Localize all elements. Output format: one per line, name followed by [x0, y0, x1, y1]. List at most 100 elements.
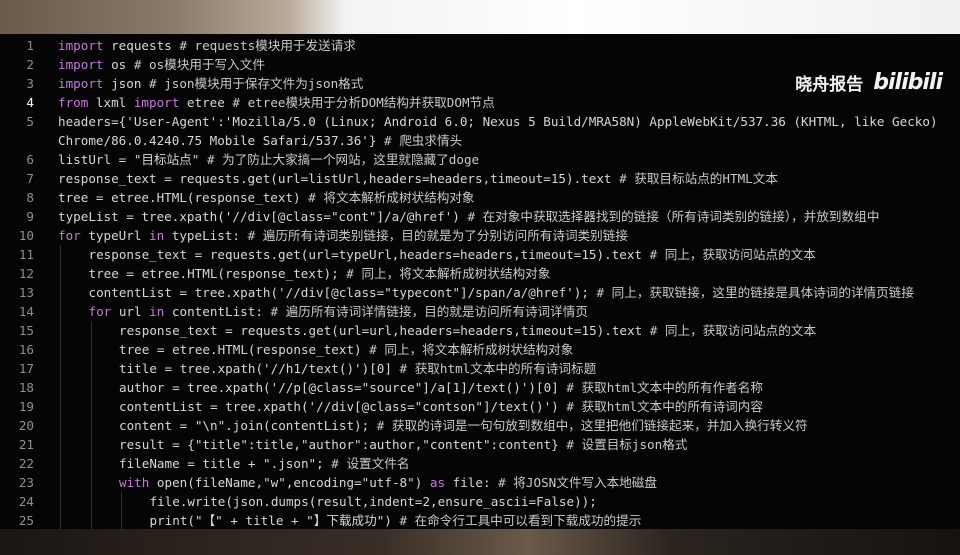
code-text: import json # json模块用于保存文件为json格式	[58, 76, 364, 91]
code-text: contentList = tree.xpath('//div[@class="…	[119, 399, 763, 414]
code-text: fileName = title + ".json"; # 设置文件名	[119, 456, 410, 471]
indent-guide	[60, 397, 61, 416]
code-line[interactable]: 6 listUrl = "目标站点" # 为了防止大家搞一个网站，这里就隐藏了do…	[0, 150, 960, 169]
indent-guide	[90, 473, 92, 492]
code-line[interactable]: 1 import requests # requests模块用于发送请求	[0, 36, 960, 55]
line-number: 19	[18, 399, 34, 414]
code-text: tree = etree.HTML(response_text) # 将文本解析…	[58, 190, 475, 205]
code-text: content = "\n".join(contentList); # 获取的诗…	[119, 418, 808, 433]
code-line[interactable]: 18 author = tree.xpath('//p[@class="sourc…	[0, 378, 960, 397]
line-number: 12	[18, 266, 34, 281]
video-top-background	[0, 0, 960, 34]
line-number: 2	[26, 57, 34, 72]
code-text: import requests # requests模块用于发送请求	[58, 38, 356, 53]
line-number: 5	[26, 114, 34, 129]
code-line[interactable]: 23 with open(fileName,"w",encoding="utf-8…	[0, 473, 960, 492]
code-line[interactable]: 21 result = {"title":title,"author":autho…	[0, 435, 960, 454]
line-number: 6	[26, 152, 34, 167]
code-line[interactable]: 16 tree = etree.HTML(response_text) # 同上，…	[0, 340, 960, 359]
code-text: response_text = requests.get(url=listUrl…	[58, 171, 778, 186]
code-text: from lxml import etree # etree模块用于分析DOM结…	[58, 95, 495, 110]
code-text: print("【" + title + "】下载成功") # 在命令行工具中可以…	[149, 513, 642, 528]
code-text: Chrome/86.0.4240.75 Mobile Safari/537.36…	[58, 133, 463, 148]
indent-guide	[60, 264, 61, 283]
code-text: author = tree.xpath('//p[@class="source"…	[119, 380, 763, 395]
code-line[interactable]: 20 content = "\n".join(contentList); # 获取…	[0, 416, 960, 435]
indent-guide	[121, 492, 122, 511]
video-watermark: 晓舟报告 bilibili	[795, 70, 943, 95]
indent-guide	[60, 302, 61, 321]
line-number: 3	[26, 76, 34, 91]
code-line[interactable]: 10 for typeUrl in typeList: # 遍历所有诗词类别链接，…	[0, 226, 960, 245]
indent-guide	[90, 492, 92, 511]
code-text: typeList = tree.xpath('//div[@class="con…	[58, 209, 880, 224]
code-line[interactable]: 15 response_text = requests.get(url=url,h…	[0, 321, 960, 340]
line-number: 9	[26, 209, 34, 224]
indent-guide	[60, 492, 61, 511]
code-text: title = tree.xpath('//h1/text()')[0] # 获…	[119, 361, 597, 376]
indent-guide	[90, 340, 92, 359]
code-line[interactable]: 24 file.write(json.dumps(result,indent=2,…	[0, 492, 960, 511]
indent-guide	[60, 511, 61, 529]
code-line[interactable]: 19 contentList = tree.xpath('//div[@class…	[0, 397, 960, 416]
line-number: 7	[26, 171, 34, 186]
indent-guide	[121, 511, 122, 529]
code-text: result = {"title":title,"author":author,…	[119, 437, 688, 452]
code-text: file.write(json.dumps(result,indent=2,en…	[149, 494, 597, 509]
line-number: 20	[18, 418, 34, 433]
line-number: 14	[18, 304, 34, 319]
line-number: 17	[18, 361, 34, 376]
code-line[interactable]: Chrome/86.0.4240.75 Mobile Safari/537.36…	[0, 131, 960, 150]
indent-guide	[60, 245, 61, 264]
code-line[interactable]: 25 print("【" + title + "】下载成功") # 在命令行工具中…	[0, 511, 960, 529]
indent-guide	[90, 321, 92, 340]
indent-guide	[60, 435, 61, 454]
indent-guide	[60, 283, 61, 302]
code-text: import os # os模块用于写入文件	[58, 57, 265, 72]
code-line[interactable]: 12 tree = etree.HTML(response_text); # 同上…	[0, 264, 960, 283]
indent-guide	[90, 397, 92, 416]
code-line[interactable]: 11 response_text = requests.get(url=typeU…	[0, 245, 960, 264]
code-text: response_text = requests.get(url=typeUrl…	[88, 247, 816, 262]
indent-guide	[90, 359, 92, 378]
line-number: 10	[18, 228, 34, 243]
code-text: tree = etree.HTML(response_text) # 同上，将文…	[119, 342, 574, 357]
indent-guide	[90, 416, 92, 435]
indent-guide	[90, 511, 92, 529]
indent-guide	[60, 473, 61, 492]
code-line[interactable]: 8 tree = etree.HTML(response_text) # 将文本解…	[0, 188, 960, 207]
indent-guide	[60, 378, 61, 397]
line-number: 24	[18, 494, 34, 509]
line-number: 4	[26, 95, 34, 110]
line-number: 23	[18, 475, 34, 490]
code-line[interactable]: 13 contentList = tree.xpath('//div[@class…	[0, 283, 960, 302]
code-line[interactable]: 5 headers={'User-Agent':'Mozilla/5.0 (Lin…	[0, 112, 960, 131]
line-number: 11	[18, 247, 34, 262]
line-number: 15	[18, 323, 34, 338]
code-text: contentList = tree.xpath('//div[@class="…	[88, 285, 914, 300]
line-number: 18	[18, 380, 34, 395]
code-line[interactable]: 4 from lxml import etree # etree模块用于分析DOM…	[0, 93, 960, 112]
code-text: for typeUrl in typeList: # 遍历所有诗词类别链接，目的…	[58, 228, 628, 243]
code-line[interactable]: 17 title = tree.xpath('//h1/text()')[0] #…	[0, 359, 960, 378]
code-text: for url in contentList: # 遍历所有诗词详情链接，目的就…	[88, 304, 588, 319]
indent-guide	[90, 435, 92, 454]
line-number: 13	[18, 285, 34, 300]
line-number: 16	[18, 342, 34, 357]
code-line[interactable]: 7 response_text = requests.get(url=listUr…	[0, 169, 960, 188]
indent-guide	[90, 454, 92, 473]
code-text: tree = etree.HTML(response_text); # 同上，将…	[88, 266, 551, 281]
channel-watermark: 晓舟报告	[795, 75, 864, 95]
code-line[interactable]: 14 for url in contentList: # 遍历所有诗词详情链接，目…	[0, 302, 960, 321]
code-text: response_text = requests.get(url=url,hea…	[119, 323, 817, 338]
line-number: 1	[26, 38, 34, 53]
code-editor[interactable]: 1 import requests # requests模块用于发送请求 2 impo…	[0, 34, 960, 529]
code-line[interactable]: 22 fileName = title + ".json"; # 设置文件名	[0, 454, 960, 473]
code-line[interactable]: 9 typeList = tree.xpath('//div[@class="co…	[0, 207, 960, 226]
indent-guide	[60, 359, 61, 378]
code-text: headers={'User-Agent':'Mozilla/5.0 (Linu…	[58, 114, 938, 129]
indent-guide	[60, 321, 61, 340]
video-bottom-background	[0, 529, 960, 555]
indent-guide	[60, 454, 61, 473]
code-text: listUrl = "目标站点" # 为了防止大家搞一个网站，这里就隐藏了dog…	[58, 152, 480, 167]
